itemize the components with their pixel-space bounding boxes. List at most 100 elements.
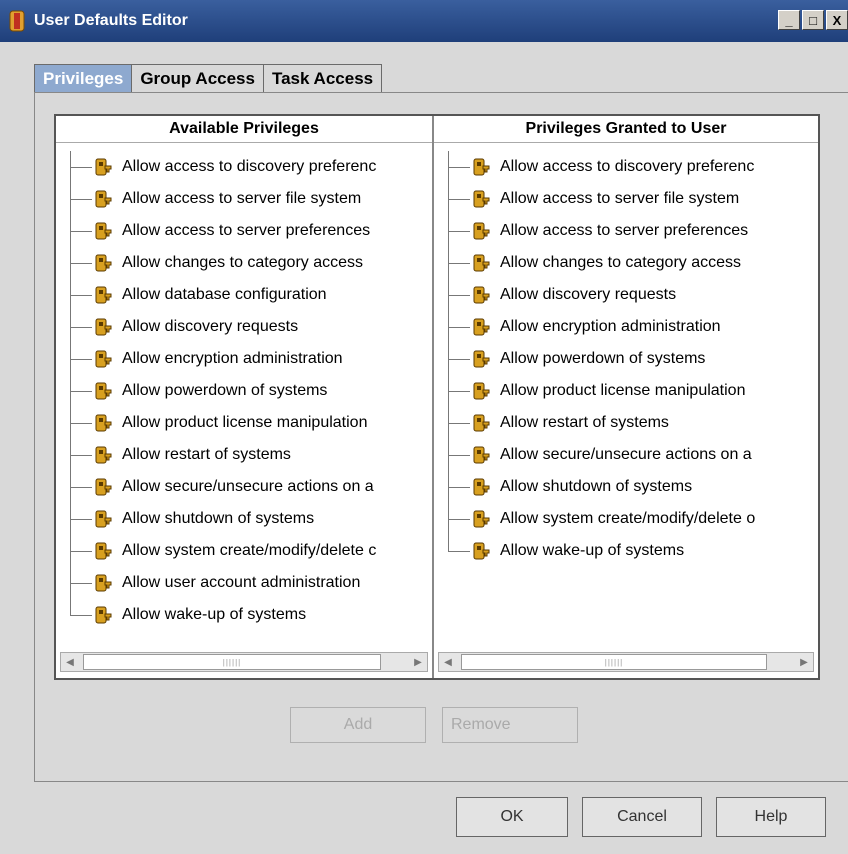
privilege-list-item[interactable]: Allow shutdown of systems bbox=[444, 471, 818, 503]
privilege-icon bbox=[95, 510, 112, 528]
privilege-icon bbox=[95, 542, 112, 560]
privilege-icon bbox=[95, 574, 112, 592]
remove-button[interactable]: Remove bbox=[442, 707, 578, 743]
tree-branch-line bbox=[70, 166, 92, 168]
privilege-icon bbox=[95, 478, 112, 496]
privilege-list-item[interactable]: Allow database configuration bbox=[66, 279, 432, 311]
tree-branch-line bbox=[448, 422, 470, 424]
tree-branch-line bbox=[448, 486, 470, 488]
scroll-thumb[interactable]: |||||| bbox=[83, 654, 381, 670]
tree-branch-line bbox=[448, 230, 470, 232]
tab-privileges[interactable]: Privileges bbox=[34, 64, 133, 92]
privilege-label: Allow powerdown of systems bbox=[122, 382, 328, 399]
privilege-list-item[interactable]: Allow product license manipulation bbox=[66, 407, 432, 439]
privilege-list-item[interactable]: Allow product license manipulation bbox=[444, 375, 818, 407]
tree-branch-line bbox=[70, 390, 92, 392]
scroll-right-icon[interactable]: ▶ bbox=[795, 653, 813, 671]
privilege-list-item[interactable]: Allow discovery requests bbox=[66, 311, 432, 343]
privilege-list-item[interactable]: Allow changes to category access bbox=[444, 247, 818, 279]
help-button[interactable]: Help bbox=[716, 797, 826, 837]
tree-branch-line bbox=[448, 198, 470, 200]
privilege-label: Allow system create/modify/delete o bbox=[500, 510, 756, 527]
available-horizontal-scrollbar[interactable]: ◀ |||||| ▶ bbox=[60, 652, 428, 672]
tree-branch-line bbox=[70, 294, 92, 296]
privilege-label: Allow secure/unsecure actions on a bbox=[500, 446, 752, 463]
tree-branch-line bbox=[70, 614, 92, 616]
tab-strip: Privileges Group Access Task Access bbox=[34, 64, 383, 92]
privilege-list-item[interactable]: Allow secure/unsecure actions on a bbox=[444, 439, 818, 471]
privilege-list-item[interactable]: Allow discovery requests bbox=[444, 279, 818, 311]
window-title: User Defaults Editor bbox=[34, 12, 188, 29]
minimize-button[interactable]: _ bbox=[778, 10, 800, 30]
privilege-list-item[interactable]: Allow wake-up of systems bbox=[66, 599, 432, 631]
privilege-list-item[interactable]: Allow wake-up of systems bbox=[444, 535, 818, 567]
privilege-list-item[interactable]: Allow user account administration bbox=[66, 567, 432, 599]
available-privileges-tree[interactable]: Allow access to discovery preferenc Allow… bbox=[66, 151, 432, 631]
ok-button[interactable]: OK bbox=[456, 797, 568, 837]
tree-branch-line bbox=[448, 550, 470, 552]
privilege-label: Allow access to server file system bbox=[122, 190, 362, 207]
tree-branch-line bbox=[448, 518, 470, 520]
privilege-list-item[interactable]: Allow access to server preferences bbox=[66, 215, 432, 247]
tree-branch-line bbox=[448, 358, 470, 360]
privilege-label: Allow discovery requests bbox=[122, 318, 299, 335]
privilege-list-item[interactable]: Allow changes to category access bbox=[66, 247, 432, 279]
tree-branch-line bbox=[70, 454, 92, 456]
cancel-button[interactable]: Cancel bbox=[582, 797, 702, 837]
privilege-icon bbox=[473, 382, 490, 400]
privilege-icon bbox=[95, 606, 112, 624]
privilege-list-item[interactable]: Allow access to server file system bbox=[66, 183, 432, 215]
privilege-list-item[interactable]: Allow powerdown of systems bbox=[66, 375, 432, 407]
title-bar[interactable]: User Defaults Editor _ □ X bbox=[0, 0, 848, 42]
tab-group-access[interactable]: Group Access bbox=[131, 64, 264, 92]
privilege-icon bbox=[473, 286, 490, 304]
scroll-left-icon[interactable]: ◀ bbox=[439, 653, 457, 671]
privilege-icon bbox=[95, 222, 112, 240]
privilege-list-item[interactable]: Allow powerdown of systems bbox=[444, 343, 818, 375]
privilege-label: Allow access to server preferences bbox=[122, 222, 371, 239]
privilege-label: Allow access to server preferences bbox=[500, 222, 749, 239]
privilege-list-item[interactable]: Allow system create/modify/delete c bbox=[66, 535, 432, 567]
granted-privileges-tree[interactable]: Allow access to discovery preferenc Allow… bbox=[444, 151, 818, 567]
privilege-list-item[interactable]: Allow encryption administration bbox=[444, 311, 818, 343]
privilege-list-item[interactable]: Allow access to server file system bbox=[444, 183, 818, 215]
tree-branch-line bbox=[70, 486, 92, 488]
privilege-label: Allow shutdown of systems bbox=[122, 510, 315, 527]
privilege-icon bbox=[473, 222, 490, 240]
privilege-label: Allow product license manipulation bbox=[122, 414, 368, 431]
tree-branch-line bbox=[70, 422, 92, 424]
scroll-thumb[interactable]: |||||| bbox=[461, 654, 767, 670]
scroll-left-icon[interactable]: ◀ bbox=[61, 653, 79, 671]
privilege-icon bbox=[95, 350, 112, 368]
privilege-list-item[interactable]: Allow restart of systems bbox=[66, 439, 432, 471]
privilege-icon bbox=[473, 478, 490, 496]
tab-task-access[interactable]: Task Access bbox=[262, 64, 383, 92]
privilege-label: Allow changes to category access bbox=[122, 254, 364, 271]
add-button[interactable]: Add bbox=[290, 707, 426, 743]
privilege-icon bbox=[473, 318, 490, 336]
close-button[interactable]: X bbox=[826, 10, 848, 30]
granted-privileges-pane: Privileges Granted to User Allow access … bbox=[434, 116, 818, 678]
privilege-label: Allow access to discovery preferenc bbox=[122, 158, 377, 175]
privilege-list-item[interactable]: Allow access to discovery preferenc bbox=[444, 151, 818, 183]
available-privileges-header: Available Privileges bbox=[56, 116, 432, 143]
privilege-list-item[interactable]: Allow access to discovery preferenc bbox=[66, 151, 432, 183]
privilege-list-item[interactable]: Allow system create/modify/delete o bbox=[444, 503, 818, 535]
app-icon bbox=[9, 10, 25, 32]
privilege-list-item[interactable]: Allow restart of systems bbox=[444, 407, 818, 439]
maximize-button[interactable]: □ bbox=[802, 10, 824, 30]
granted-horizontal-scrollbar[interactable]: ◀ |||||| ▶ bbox=[438, 652, 814, 672]
privilege-list-item[interactable]: Allow secure/unsecure actions on a bbox=[66, 471, 432, 503]
privilege-icon bbox=[473, 350, 490, 368]
available-privileges-pane: Available Privileges Allow access to dis… bbox=[56, 116, 434, 678]
privilege-label: Allow changes to category access bbox=[500, 254, 742, 271]
privilege-icon bbox=[95, 190, 112, 208]
privilege-label: Allow database configuration bbox=[122, 286, 327, 303]
scroll-right-icon[interactable]: ▶ bbox=[409, 653, 427, 671]
privilege-label: Allow restart of systems bbox=[500, 414, 669, 431]
tree-branch-line bbox=[448, 262, 470, 264]
privilege-list-item[interactable]: Allow encryption administration bbox=[66, 343, 432, 375]
privilege-list-item[interactable]: Allow access to server preferences bbox=[444, 215, 818, 247]
privilege-list-item[interactable]: Allow shutdown of systems bbox=[66, 503, 432, 535]
privilege-label: Allow wake-up of systems bbox=[500, 542, 685, 559]
